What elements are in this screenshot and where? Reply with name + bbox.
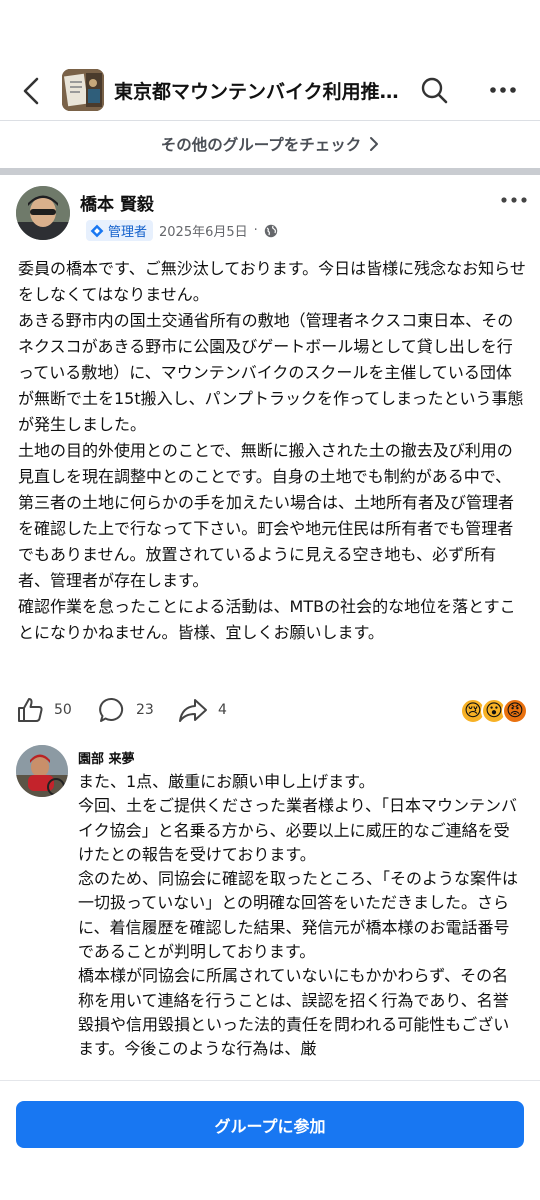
post-paragraph: 確認作業を怠ったことによる活動は、MTBの社会的な地位を落とすことになりかねませ…: [18, 597, 516, 642]
comment-paragraph: 橋本様が同協会に所属されていないにもかかわらず、その名称を用いて連絡を行うことは…: [78, 966, 510, 1059]
header-divider: [0, 120, 540, 121]
author-avatar[interactable]: [16, 186, 70, 240]
more-horizontal-icon[interactable]: [488, 76, 518, 104]
admin-badge-label: 管理者: [108, 225, 148, 240]
post-action-bar: 50 23 4 😢 😮 😡: [0, 696, 540, 732]
comment-button[interactable]: 23: [98, 696, 154, 724]
share-button[interactable]: 4: [178, 696, 227, 724]
speech-bubble-icon: [99, 697, 124, 722]
chevron-left-icon[interactable]: [18, 76, 44, 106]
commenter-avatar[interactable]: [16, 745, 68, 797]
search-icon[interactable]: [420, 76, 448, 104]
shield-icon: [90, 224, 104, 237]
angry-reaction-icon: 😡: [502, 698, 528, 724]
comment-paragraph: 念のため、同協会に確認を取ったところ、「そのような案件は一切扱っていない」との明…: [78, 869, 519, 962]
globe-icon: [264, 224, 277, 237]
post-date[interactable]: 2025年6月5日: [159, 221, 248, 240]
meta-separator: ·: [253, 223, 258, 238]
post-options-icon[interactable]: [500, 190, 528, 210]
group-header: 東京都マウンテンバイク利用推進協議会: [0, 60, 540, 120]
chevron-right-icon: [370, 137, 379, 151]
comment-paragraph: 今回、土をご提供くださった業者様より、「日本マウンテンバイク協会」と名乗る方から…: [78, 796, 518, 864]
group-cover-thumbnail[interactable]: [62, 69, 104, 111]
like-button[interactable]: 50: [16, 696, 72, 724]
section-divider-band: [0, 168, 540, 175]
footer-bar: グループに参加: [0, 1081, 540, 1200]
comment-text: また、1点、厳重にお願い申し上げます。 今回、土をご提供くださった業者様より、「…: [78, 770, 522, 1080]
check-other-groups-label: その他のグループをチェック: [160, 136, 362, 154]
post-meta: 管理者 2025年6月5日 ·: [86, 220, 278, 241]
join-group-button[interactable]: グループに参加: [16, 1101, 524, 1148]
comment-paragraph: また、1点、厳重にお願い申し上げます。: [78, 772, 375, 791]
share-count: 4: [218, 702, 227, 718]
post-paragraph: あきる野市内の国土交通省所有の敷地（管理者ネクスコ東日本、そのネクスコがあきる野…: [18, 311, 524, 434]
post-text: 委員の橋本です、ご無沙汰しております。今日は皆様に残念なお知らせをしなくてはなり…: [18, 256, 526, 646]
post-paragraph: 委員の橋本です、ご無沙汰しております。今日は皆様に残念なお知らせをしなくてはなり…: [18, 259, 526, 304]
post-paragraph: 土地の目的外使用とのことで、無断に搬入された土の撤去及び利用の見直しを現在調整中…: [18, 441, 515, 590]
admin-badge: 管理者: [86, 220, 154, 241]
reaction-summary[interactable]: 😢 😮 😡: [460, 698, 528, 724]
like-count: 50: [54, 702, 72, 718]
post-author-name[interactable]: 橋本 賢毅: [80, 190, 154, 215]
group-title[interactable]: 東京都マウンテンバイク利用推進協議会: [114, 77, 404, 104]
check-other-groups-link[interactable]: その他のグループをチェック: [0, 128, 540, 160]
comment-count: 23: [136, 702, 154, 718]
thumbs-up-icon: [18, 698, 43, 722]
commenter-name[interactable]: 園部 来夢: [78, 748, 135, 767]
share-arrow-icon: [179, 699, 207, 722]
